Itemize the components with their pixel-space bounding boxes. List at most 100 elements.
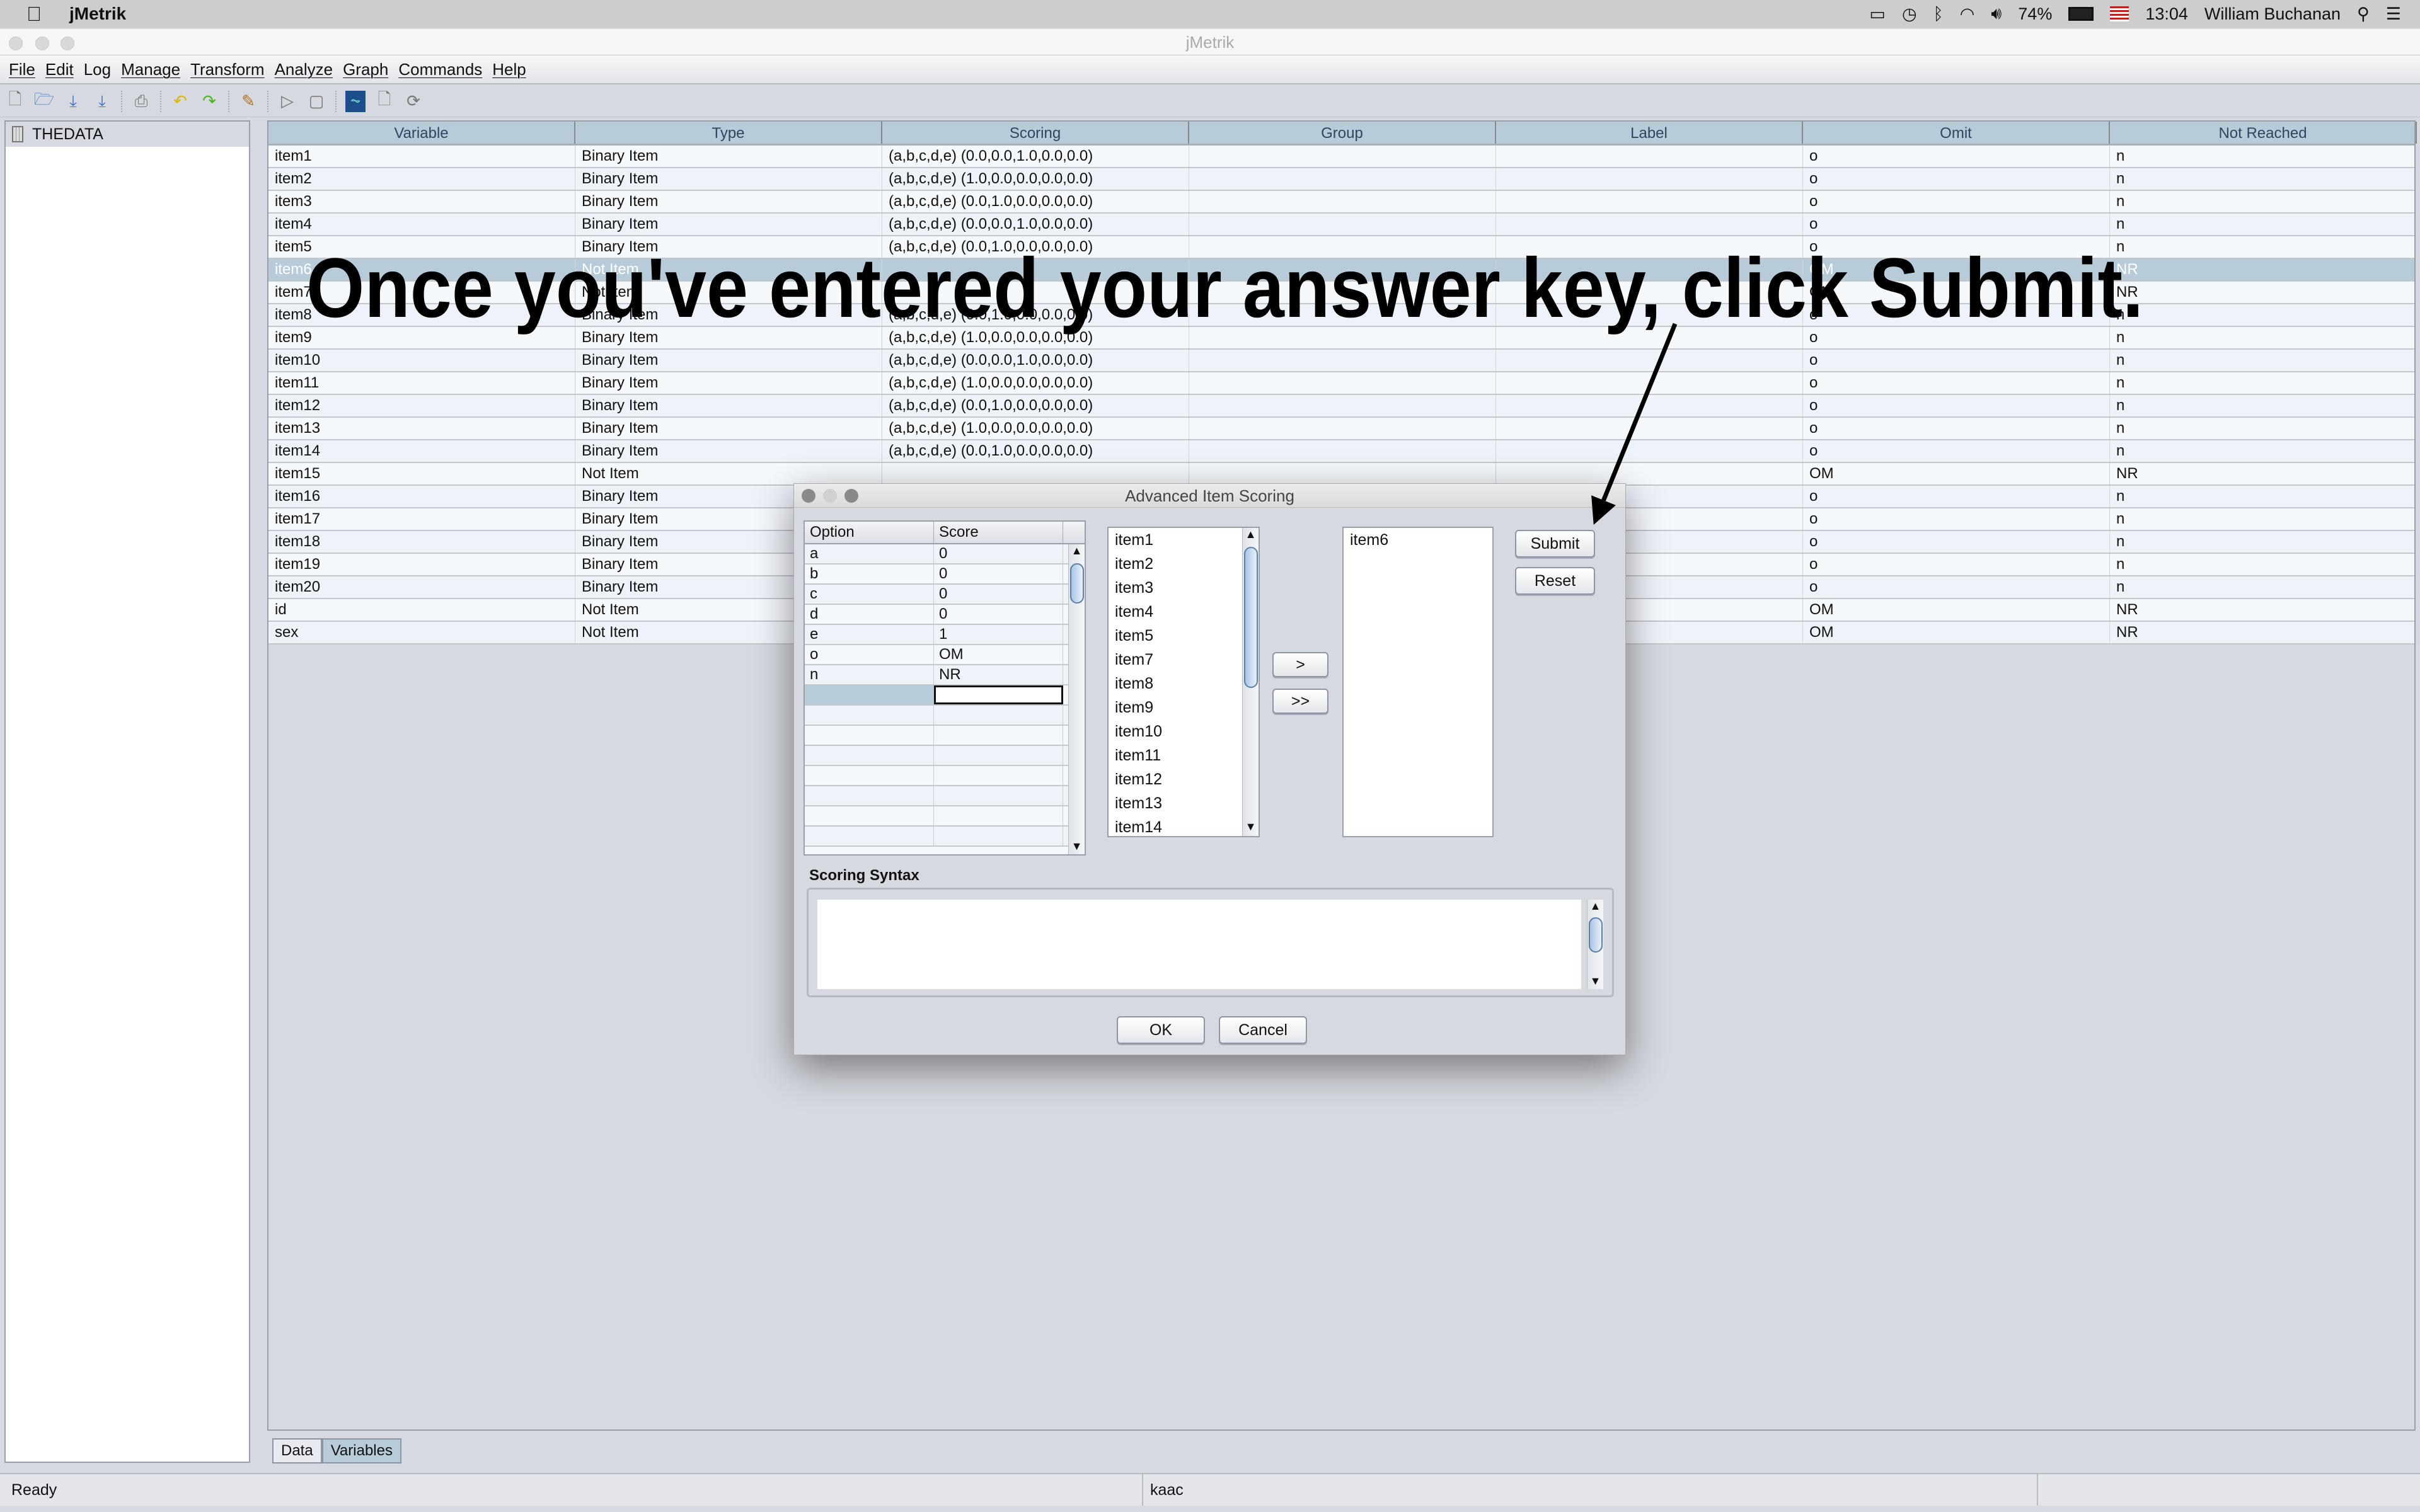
menu-graph[interactable]: Graph [343, 60, 388, 79]
table-cell[interactable]: n [2110, 168, 2417, 190]
score-cell[interactable] [934, 726, 1063, 745]
table-cell[interactable]: item11 [268, 372, 575, 394]
table-cell[interactable]: n [2110, 508, 2417, 530]
table-row[interactable]: item15 Not Item OM NR [268, 463, 2417, 486]
new-file-icon[interactable]: 🗋 [5, 89, 25, 112]
table-cell[interactable]: Binary Item [575, 146, 882, 167]
option-row-empty[interactable] [805, 726, 1085, 746]
wifi-icon[interactable]: ◠ [1960, 4, 1975, 24]
table-cell[interactable]: Binary Item [575, 372, 882, 394]
score-cell[interactable] [934, 746, 1063, 765]
column-header-group[interactable]: Group [1189, 122, 1496, 144]
menu-log[interactable]: Log [84, 60, 111, 79]
selected-items-list[interactable]: item6 [1342, 527, 1494, 837]
table-cell[interactable]: OM [1803, 282, 2110, 303]
tab-variables[interactable]: Variables [321, 1438, 401, 1463]
option-cell[interactable]: d [805, 605, 934, 624]
table-cell[interactable]: item15 [268, 463, 575, 484]
items-list-scrollbar[interactable]: ▲ ▼ [1242, 528, 1259, 836]
table-cell[interactable]: NR [2110, 282, 2417, 303]
table-row[interactable]: item1 Binary Item (a,b,c,d,e) (0.0,0.0,1.0… [268, 146, 2417, 168]
table-cell[interactable]: (a,b,c,d,e) (0.0,0.0,1.0,0.0,0.0) [882, 350, 1189, 371]
table-cell[interactable]: n [2110, 395, 2417, 416]
table-cell[interactable]: Binary Item [575, 214, 882, 235]
option-row[interactable]: d0 [805, 605, 1085, 625]
table-cell[interactable]: n [2110, 486, 2417, 507]
menu-help[interactable]: Help [492, 60, 526, 79]
flag-icon[interactable] [2110, 6, 2129, 21]
scroll-down-arrow-icon[interactable]: ▼ [1243, 820, 1259, 833]
option-cell[interactable]: n [805, 665, 934, 684]
option-cell[interactable]: a [805, 544, 934, 563]
table-cell[interactable] [1496, 463, 1803, 484]
table-cell[interactable]: o [1803, 168, 2110, 190]
option-row[interactable]: b0 [805, 564, 1085, 585]
available-item[interactable]: item4 [1109, 600, 1259, 624]
table-row[interactable]: item9 Binary Item (a,b,c,d,e) (1.0,0.0,0.0… [268, 327, 2417, 350]
available-item[interactable]: item13 [1109, 791, 1259, 815]
option-cell[interactable] [805, 726, 934, 745]
table-cell[interactable]: n [2110, 372, 2417, 394]
table-cell[interactable] [1189, 327, 1496, 348]
table-cell[interactable]: Not Item [575, 259, 882, 280]
table-cell[interactable]: (a,b,c,d,e) (0.0,0.0,1.0,0.0,0.0) [882, 214, 1189, 235]
table-cell[interactable]: o [1803, 395, 2110, 416]
available-item[interactable]: item5 [1109, 624, 1259, 648]
table-cell[interactable]: item5 [268, 236, 575, 258]
table-cell[interactable]: o [1803, 554, 2110, 575]
dialog-close-button[interactable] [802, 489, 815, 503]
table-cell[interactable]: OM [1803, 622, 2110, 643]
table-cell[interactable] [1496, 191, 1803, 212]
table-cell[interactable]: item4 [268, 214, 575, 235]
table-cell[interactable] [1496, 418, 1803, 439]
table-row[interactable]: item2 Binary Item (a,b,c,d,e) (1.0,0.0,0.0… [268, 168, 2417, 191]
available-item[interactable]: item11 [1109, 743, 1259, 767]
option-cell[interactable] [805, 827, 934, 845]
table-cell[interactable]: item1 [268, 146, 575, 167]
table-cell[interactable] [1496, 236, 1803, 258]
table-cell[interactable]: n [2110, 236, 2417, 258]
option-cell[interactable] [805, 766, 934, 785]
table-row[interactable]: item10 Binary Item (a,b,c,d,e) (0.0,0.0,1.… [268, 350, 2417, 372]
table-cell[interactable] [1189, 463, 1496, 484]
volume-icon[interactable]: 🔊︎ [1991, 4, 2002, 24]
table-cell[interactable]: item2 [268, 168, 575, 190]
table-cell[interactable]: item3 [268, 191, 575, 212]
table-cell[interactable]: item13 [268, 418, 575, 439]
table-cell[interactable]: n [2110, 554, 2417, 575]
table-cell[interactable]: Binary Item [575, 168, 882, 190]
table-cell[interactable]: n [2110, 214, 2417, 235]
table-cell[interactable]: item19 [268, 554, 575, 575]
table-cell[interactable]: o [1803, 146, 2110, 167]
scroll-up-arrow-icon[interactable]: ▲ [1587, 900, 1603, 913]
table-cell[interactable]: item12 [268, 395, 575, 416]
cancel-button[interactable]: Cancel [1219, 1016, 1307, 1044]
scrollbar-thumb[interactable] [1589, 917, 1603, 953]
table-cell[interactable]: (a,b,c,d,e) (0.0,1.0,0.0,0.0,0.0) [882, 191, 1189, 212]
dialog-minimize-button[interactable] [823, 489, 837, 503]
column-header-not-reached[interactable]: Not Reached [2110, 122, 2417, 144]
redo-icon[interactable]: ↷ [199, 91, 219, 112]
table-cell[interactable]: OM [1803, 463, 2110, 484]
available-items-list[interactable]: item1 item2 item3 item4 item5 item7 item8 item9… [1107, 527, 1260, 837]
notification-list-icon[interactable]: ☰ [2386, 4, 2401, 24]
table-row[interactable]: item5 Binary Item (a,b,c,d,e) (0.0,1.0,0.0… [268, 236, 2417, 259]
table-row[interactable]: item4 Binary Item (a,b,c,d,e) (0.0,0.0,1.0… [268, 214, 2417, 236]
table-row[interactable]: item6 Not Item OM NR [268, 259, 2417, 282]
table-cell[interactable]: item14 [268, 440, 575, 462]
scroll-down-arrow-icon[interactable]: ▼ [1587, 975, 1603, 988]
table-cell[interactable]: Binary Item [575, 304, 882, 326]
table-cell[interactable]: o [1803, 418, 2110, 439]
option-cell[interactable] [805, 786, 934, 805]
column-header-label[interactable]: Label [1496, 122, 1803, 144]
score-cell[interactable]: 0 [934, 544, 1063, 563]
table-cell[interactable] [1496, 440, 1803, 462]
battery-icon[interactable] [2068, 7, 2094, 21]
table-cell[interactable]: Binary Item [575, 418, 882, 439]
table-row[interactable]: item11 Binary Item (a,b,c,d,e) (1.0,0.0,0.… [268, 372, 2417, 395]
reset-button[interactable]: Reset [1515, 567, 1595, 595]
option-row[interactable]: e1 [805, 625, 1085, 645]
table-cell[interactable]: o [1803, 304, 2110, 326]
option-row-empty[interactable] [805, 706, 1085, 726]
menu-commands[interactable]: Commands [398, 60, 482, 79]
